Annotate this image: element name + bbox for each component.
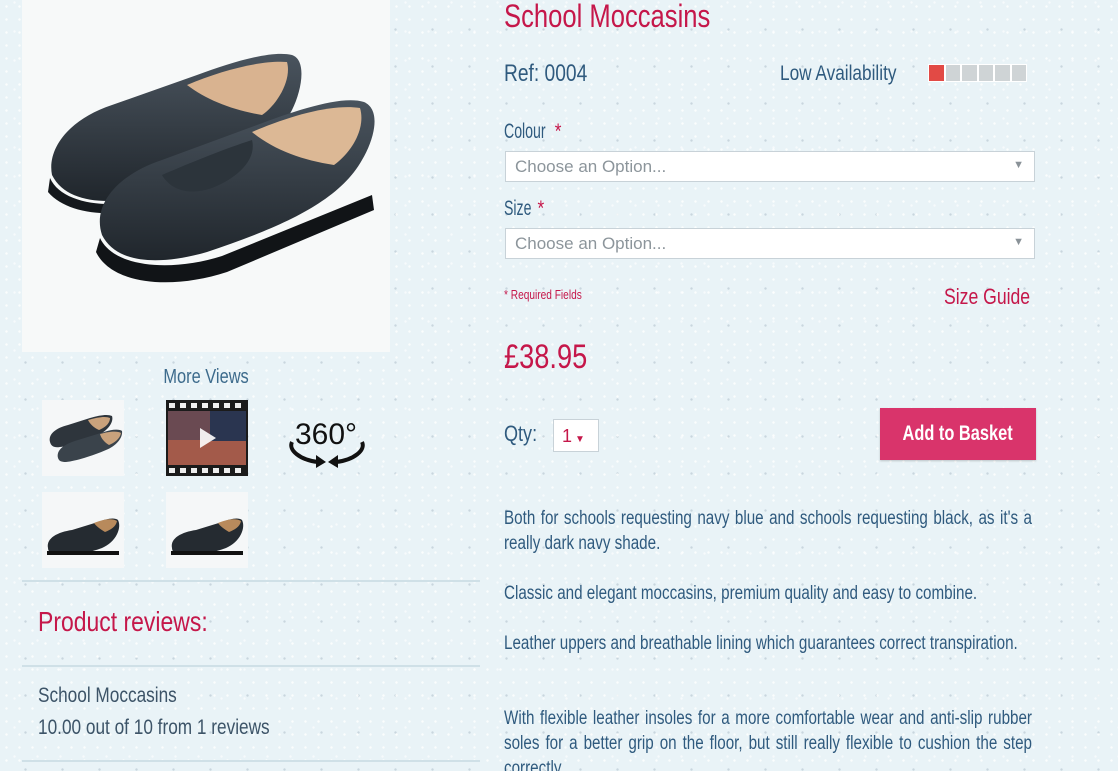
- review-product-name: School Moccasins: [38, 684, 177, 707]
- colour-label: Colour *: [504, 120, 562, 143]
- reviews-heading: Product reviews:: [38, 606, 208, 637]
- thumbnail-video[interactable]: [166, 400, 248, 476]
- divider: [22, 665, 480, 667]
- moccasins-image: [48, 53, 375, 283]
- availability-meter: [928, 64, 1027, 82]
- qty-label: Qty:: [504, 421, 538, 446]
- size-select[interactable]: Choose an Option... ▼: [505, 228, 1035, 259]
- shoe-pair-icon: [49, 414, 123, 462]
- shoe-side-icon: [171, 518, 244, 555]
- svg-text:360°: 360°: [295, 418, 357, 451]
- review-summary: 10.00 out of 10 from 1 reviews: [38, 716, 270, 739]
- divider: [22, 760, 480, 762]
- product-main-image[interactable]: [22, 0, 390, 352]
- colour-select[interactable]: Choose an Option... ▼: [505, 151, 1035, 182]
- shoe-side-icon: [47, 518, 120, 555]
- size-label: Size *: [504, 197, 545, 220]
- description-paragraph: Both for schools requesting navy blue an…: [504, 508, 1032, 554]
- thumbnail-shoe-side[interactable]: [42, 492, 124, 568]
- video-film-icon: [166, 400, 248, 476]
- description-paragraph: With flexible leather insoles for a more…: [504, 708, 1032, 771]
- chevron-down-icon: ▼: [1013, 159, 1024, 171]
- qty-select[interactable]: 1 ▼: [553, 419, 599, 452]
- thumbnail-shoe-side-2[interactable]: [166, 492, 248, 568]
- more-views-label: More Views: [163, 366, 249, 388]
- product-price: £38.95: [504, 338, 588, 376]
- description-paragraph: Leather uppers and breathable lining whi…: [504, 633, 1018, 654]
- rotate-360-icon: 360°: [289, 418, 365, 468]
- product-ref: Ref: 0004: [504, 60, 588, 87]
- size-guide-link[interactable]: Size Guide: [944, 284, 1052, 310]
- description-paragraph: Classic and elegant moccasins, premium q…: [504, 583, 978, 604]
- availability-label: Low Availability: [780, 62, 897, 85]
- divider: [22, 580, 480, 582]
- chevron-down-icon: ▼: [575, 434, 585, 445]
- add-to-basket-button[interactable]: Add to Basket: [880, 408, 1036, 460]
- product-title: School Moccasins: [504, 0, 711, 34]
- thumbnail-360-view[interactable]: 360°: [286, 400, 368, 476]
- required-fields-note: * Required Fields: [504, 287, 582, 302]
- chevron-down-icon: ▼: [1013, 236, 1024, 248]
- thumbnail-shoe-pair[interactable]: [42, 400, 124, 476]
